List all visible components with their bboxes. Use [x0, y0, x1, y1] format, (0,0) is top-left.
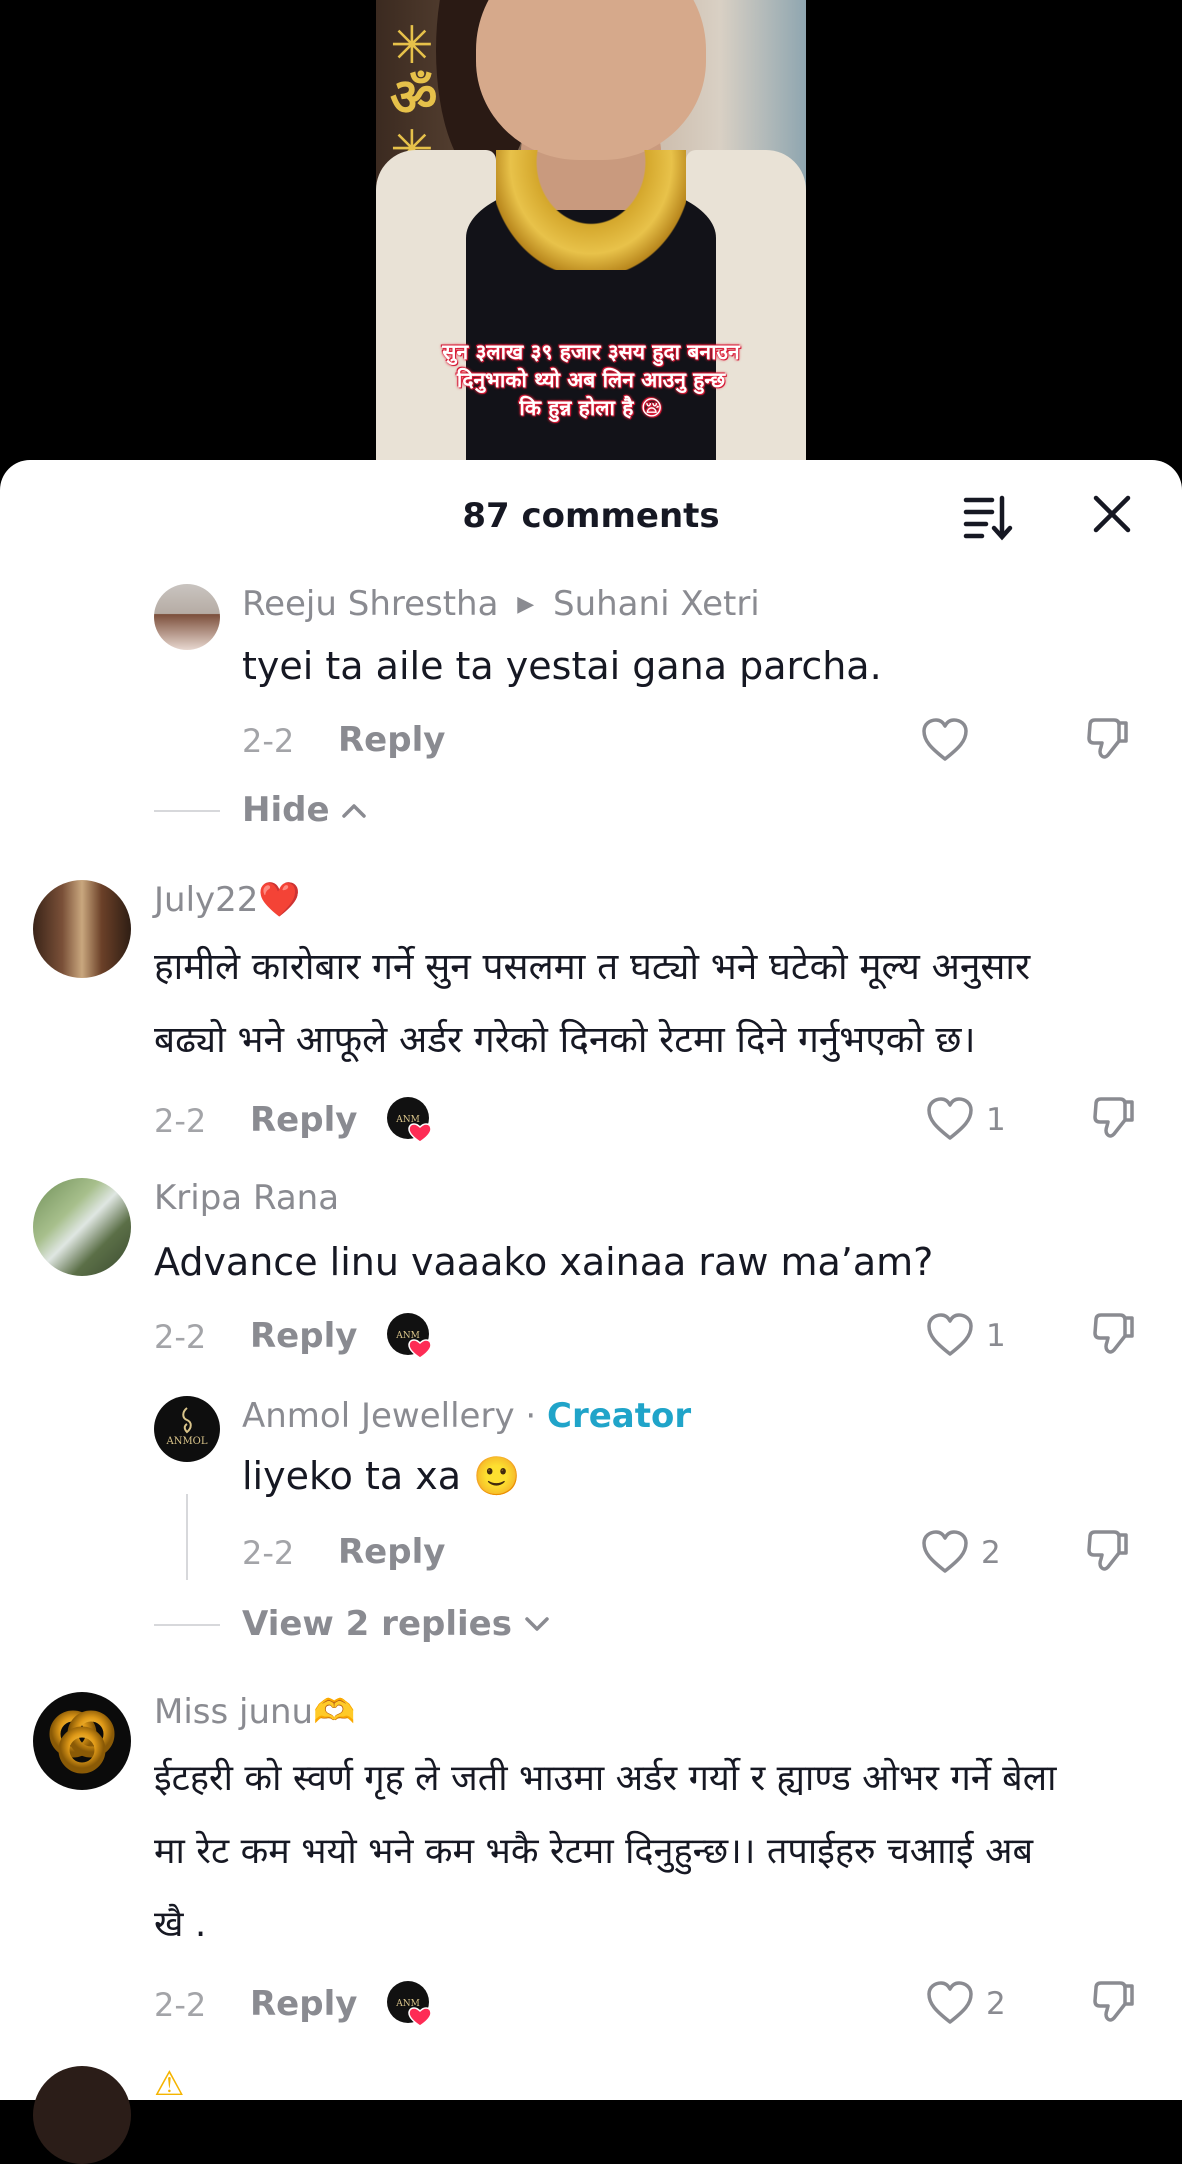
- avatar[interactable]: [33, 1692, 131, 1790]
- comment-date: 2-2: [154, 1102, 207, 1140]
- video-caption: सुन ३लाख ३९ हजार ३सय हुदा बनाउन दिनुभाको…: [376, 338, 806, 422]
- comment-text: tyei ta aile ta yestai gana parcha.: [242, 644, 882, 688]
- divider: [154, 810, 220, 812]
- heart-icon[interactable]: [926, 1096, 974, 1142]
- dislike-icon[interactable]: [1090, 1978, 1138, 2026]
- heart-icon[interactable]: [926, 1312, 974, 1358]
- comment-author[interactable]: Anmol Jewellery: [242, 1396, 515, 1436]
- avatar[interactable]: ANMOL: [154, 1396, 220, 1462]
- dislike-icon[interactable]: [1090, 1094, 1138, 1142]
- comment-text-line: बढ्यो भने आफूले अर्डर गरेको दिनको रेटमा …: [154, 1018, 976, 1061]
- comment-date: 2-2: [154, 1986, 207, 2024]
- comment-text-line: हामीले कारोबार गर्ने सुन पसलमा त घट्यो भ…: [154, 945, 1031, 988]
- reply-arrow-icon: ▶: [517, 592, 535, 617]
- comment-author[interactable]: Kripa Rana: [154, 1178, 339, 1218]
- avatar[interactable]: [33, 1178, 131, 1276]
- svg-text:ANM: ANM: [395, 1331, 420, 1341]
- comment-date: 2-2: [154, 1318, 207, 1356]
- like-count: 1: [986, 1318, 1006, 1354]
- hide-replies-button[interactable]: Hide: [242, 790, 367, 830]
- avatar[interactable]: [33, 2066, 131, 2164]
- comment-text: ईटहरी को स्वर्ण गृह ले जती भाउमा अर्डर ग…: [154, 1742, 1056, 1961]
- separator: ·: [525, 1396, 537, 1436]
- comment-author[interactable]: ⚠: [154, 2064, 184, 2104]
- caption-line: कि हुन्न होला है 😪: [519, 396, 663, 420]
- reply-button[interactable]: Reply: [250, 1100, 357, 1140]
- heart-icon[interactable]: [926, 1980, 974, 2026]
- reply-button[interactable]: Reply: [338, 1532, 445, 1572]
- dislike-icon[interactable]: [1084, 1527, 1132, 1575]
- like-count: 2: [986, 1986, 1006, 2022]
- chevron-up-icon: [342, 804, 367, 818]
- reply-to-user[interactable]: Suhani Xetri: [553, 584, 760, 624]
- sort-icon[interactable]: [962, 492, 1014, 542]
- divider: [154, 1624, 220, 1626]
- heart-icon[interactable]: [921, 717, 969, 763]
- dislike-icon[interactable]: [1090, 1310, 1138, 1358]
- knot-logo-icon: [49, 1710, 115, 1774]
- comment-date: 2-2: [242, 722, 295, 760]
- view-replies-button[interactable]: View 2 replies: [242, 1604, 550, 1644]
- comment-author[interactable]: Miss junu🫶: [154, 1692, 355, 1732]
- svg-text:ANM: ANM: [395, 1115, 420, 1125]
- avatar[interactable]: [154, 584, 220, 650]
- comment-text: Advance linu vaaako xainaa raw ma’am?: [154, 1240, 934, 1284]
- comment-text-line: मा रेट कम भयो भने कम भकै रेटमा दिनुहुन्छ…: [154, 1831, 1034, 1872]
- video-frame[interactable]: ✳ॐ✳ सुन ३लाख ३९ हजार ३सय हुदा बनाउन दिनु…: [376, 0, 806, 470]
- heart-icon[interactable]: [921, 1529, 969, 1575]
- comment-date: 2-2: [242, 1534, 295, 1572]
- comments-sheet: 87 comments Reeju Shrestha ▶ Suhani Xetr…: [0, 460, 1182, 2164]
- video-player[interactable]: ✳ॐ✳ सुन ३लाख ३९ हजार ३सय हुदा बनाउन दिनु…: [0, 0, 1182, 470]
- comment-author-line: Anmol Jewellery · Creator: [242, 1396, 691, 1436]
- creator-liked-icon: ANM: [387, 1981, 432, 2027]
- close-icon[interactable]: [1090, 492, 1134, 536]
- caption-line: दिनुभाको थ्यो अब लिन आउनु हुन्छ: [456, 368, 726, 392]
- creator-liked-icon: ANM: [387, 1097, 432, 1143]
- like-count: 2: [981, 1535, 1001, 1571]
- comment-author[interactable]: Reeju Shrestha: [242, 584, 498, 624]
- comment-text-line: खै .: [154, 1904, 207, 1945]
- like-count: 1: [986, 1102, 1006, 1138]
- caption-line: सुन ३लाख ३९ हजार ३सय हुदा बनाउन: [442, 340, 740, 364]
- svg-text:ANM: ANM: [395, 1999, 420, 2009]
- creator-liked-icon: ANM: [387, 1313, 432, 1359]
- avatar[interactable]: [33, 880, 131, 978]
- comment-author-line: Reeju Shrestha ▶ Suhani Xetri: [242, 584, 760, 624]
- gold-necklace: [496, 150, 686, 270]
- comment-text-line: ईटहरी को स्वर्ण गृह ले जती भाउमा अर्डर ग…: [154, 1758, 1057, 1799]
- creator-badge: Creator: [547, 1396, 692, 1436]
- avatar-text: ANMOL: [165, 1436, 207, 1447]
- dislike-icon[interactable]: [1084, 715, 1132, 763]
- thread-line: [186, 1494, 188, 1580]
- reply-button[interactable]: Reply: [338, 720, 445, 760]
- hide-label: Hide: [242, 790, 330, 830]
- comment-text: हामीले कारोबार गर्ने सुन पसलमा त घट्यो भ…: [154, 930, 1030, 1076]
- reply-button[interactable]: Reply: [250, 1316, 357, 1356]
- chevron-down-icon: [525, 1617, 549, 1631]
- comment-text: liyeko ta xa 🙂: [242, 1454, 521, 1498]
- brand-logo-icon: ANMOL: [165, 1407, 208, 1447]
- reply-button[interactable]: Reply: [250, 1984, 357, 2024]
- comment-author[interactable]: July22❤️: [154, 880, 301, 920]
- view-replies-label: View 2 replies: [242, 1604, 512, 1644]
